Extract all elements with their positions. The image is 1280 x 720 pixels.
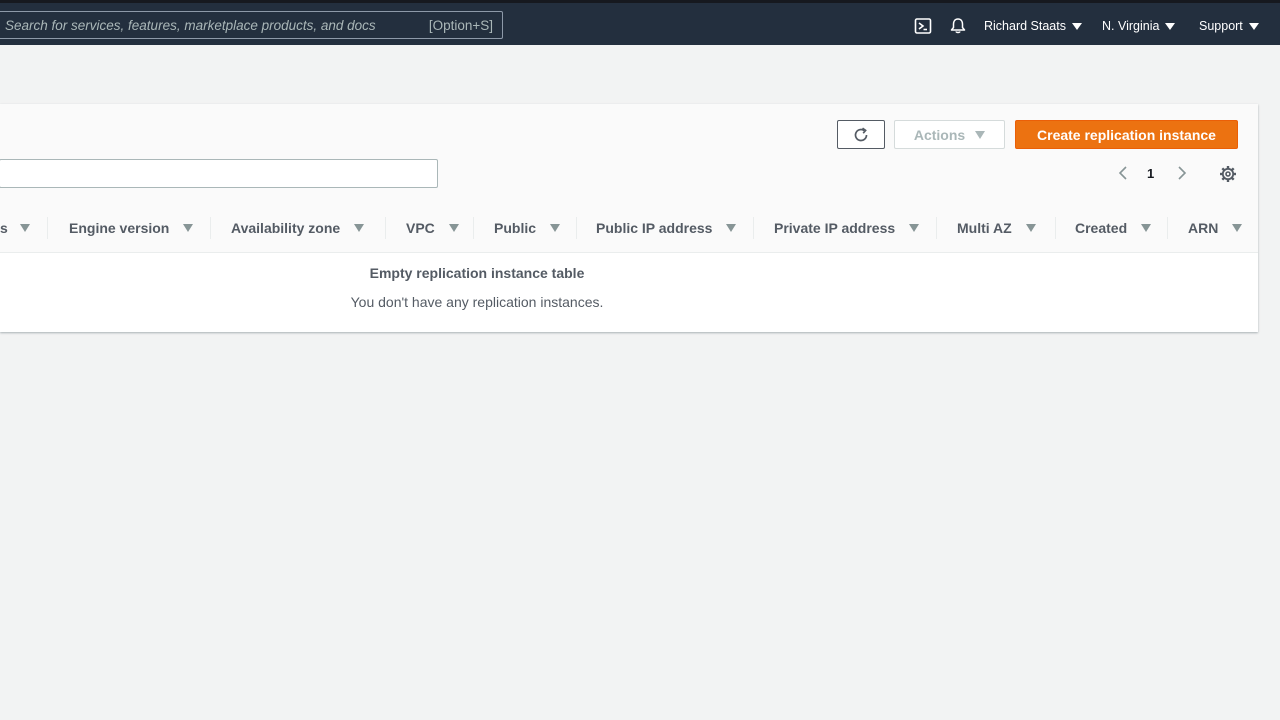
current-page-number[interactable]: 1 xyxy=(1147,166,1154,181)
column-header[interactable]: Multi AZ xyxy=(957,203,1036,252)
filter-input[interactable] xyxy=(0,159,438,188)
region-name: N. Virginia xyxy=(1102,19,1160,33)
table-header: s Engine version Availability zone VPC P… xyxy=(0,203,1258,253)
sort-icon xyxy=(550,223,561,232)
cloudshell-icon[interactable] xyxy=(914,17,932,35)
sort-icon xyxy=(909,223,920,232)
sort-icon xyxy=(354,223,365,232)
column-divider xyxy=(753,217,754,239)
column-header[interactable]: Availability zone xyxy=(231,203,365,252)
column-divider xyxy=(47,217,48,239)
sort-icon xyxy=(183,223,194,232)
top-navigation: Search for services, features, marketpla… xyxy=(0,0,1280,45)
caret-down-icon xyxy=(1071,22,1082,30)
support-label: Support xyxy=(1199,19,1243,33)
column-label: Private IP address xyxy=(774,219,896,236)
empty-state-description: You don't have any replication instances… xyxy=(350,294,604,310)
caret-down-icon xyxy=(1248,22,1259,30)
column-label: Availability zone xyxy=(231,219,341,236)
column-header[interactable]: Public xyxy=(494,203,561,252)
user-account-menu[interactable]: Richard Staats xyxy=(984,17,1082,35)
column-divider xyxy=(385,217,386,239)
column-label: s xyxy=(0,219,8,236)
column-header[interactable]: Created xyxy=(1075,203,1152,252)
column-label: VPC xyxy=(406,219,435,236)
actions-label: Actions xyxy=(913,126,966,143)
column-header[interactable]: s xyxy=(0,203,30,252)
search-placeholder: Search for services, features, marketpla… xyxy=(5,18,376,33)
caret-down-icon xyxy=(1165,22,1176,30)
column-header[interactable]: Public IP address xyxy=(596,203,737,252)
support-menu[interactable]: Support xyxy=(1199,17,1259,35)
sort-icon xyxy=(726,223,737,232)
column-divider xyxy=(576,217,577,239)
refresh-button[interactable] xyxy=(837,120,885,149)
sort-icon xyxy=(1025,223,1036,232)
gear-icon[interactable] xyxy=(1218,164,1238,184)
column-divider xyxy=(1167,217,1168,239)
column-label: Created xyxy=(1075,219,1128,236)
sort-icon xyxy=(19,223,30,232)
search-input[interactable]: Search for services, features, marketpla… xyxy=(0,11,503,39)
column-divider xyxy=(1055,217,1056,239)
sort-icon xyxy=(448,223,459,232)
sort-icon xyxy=(1232,223,1243,232)
replication-instances-panel: Actions Create replication instance 1 s … xyxy=(0,104,1258,332)
sort-icon xyxy=(1141,223,1152,232)
next-page-icon[interactable] xyxy=(1175,165,1189,181)
create-replication-instance-button[interactable]: Create replication instance xyxy=(1015,120,1238,149)
column-divider xyxy=(936,217,937,239)
column-header[interactable]: ARN xyxy=(1188,203,1243,252)
column-label: Engine version xyxy=(69,219,170,236)
actions-dropdown-button[interactable]: Actions xyxy=(894,120,1005,149)
column-header[interactable]: Private IP address xyxy=(774,203,920,252)
column-label: Public IP address xyxy=(596,219,713,236)
caret-down-icon xyxy=(975,130,986,139)
column-label: Public xyxy=(494,219,537,236)
search-shortcut-hint: [Option+S] xyxy=(428,18,493,33)
notifications-bell-icon[interactable] xyxy=(949,17,967,35)
panel-header: Actions Create replication instance 1 xyxy=(0,104,1258,204)
refresh-icon xyxy=(854,127,868,141)
column-header[interactable]: Engine version xyxy=(69,203,194,252)
user-name: Richard Staats xyxy=(984,19,1066,33)
column-divider xyxy=(210,217,211,239)
column-divider xyxy=(473,217,474,239)
column-label: ARN xyxy=(1188,219,1219,236)
column-header[interactable]: VPC xyxy=(406,203,459,252)
region-menu[interactable]: N. Virginia xyxy=(1102,17,1176,35)
empty-state-title: Empty replication instance table xyxy=(369,265,585,281)
column-label: Multi AZ xyxy=(957,219,1012,236)
previous-page-icon[interactable] xyxy=(1116,165,1130,181)
